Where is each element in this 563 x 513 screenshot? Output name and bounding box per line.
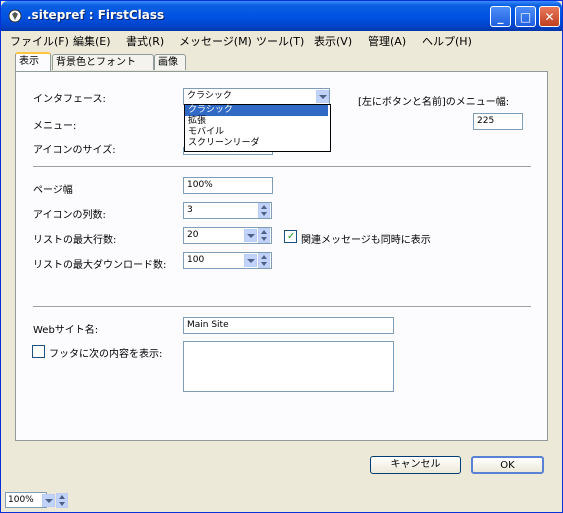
interface-select-value: クラシック bbox=[187, 91, 232, 101]
menu-format[interactable]: 書式(R) bbox=[126, 33, 164, 49]
app-window: .sitepref : FirstClass _ □ ✕ ファイル(F) 編集(… bbox=[0, 0, 563, 513]
tab-background-font[interactable]: 背景色とフォント bbox=[52, 54, 154, 70]
list-max-rows-select[interactable]: 20 bbox=[183, 227, 272, 244]
dropdown-option[interactable]: クラシック bbox=[185, 105, 328, 116]
list-max-rows-label: リストの最大行数: bbox=[33, 235, 117, 246]
firstclass-app-icon bbox=[8, 9, 22, 23]
interface-select[interactable]: クラシック bbox=[183, 88, 330, 105]
close-button[interactable]: ✕ bbox=[539, 6, 560, 27]
left-menu-width-label: [左にボタンと名前]のメニュー幅: bbox=[358, 97, 510, 108]
interface-label: インタフェース: bbox=[33, 94, 106, 105]
footer-label: フッタに次の内容を表示: bbox=[49, 349, 163, 360]
window-title: .sitepref : FirstClass bbox=[27, 8, 165, 22]
menu-edit[interactable]: 編集(E) bbox=[73, 33, 111, 49]
page-width-label: ページ幅 bbox=[33, 185, 73, 196]
icon-columns-value: 3 bbox=[187, 205, 193, 215]
dropdown-option[interactable]: モバイル bbox=[185, 127, 328, 138]
icon-columns-input[interactable]: 3 bbox=[183, 202, 272, 219]
footer-checkbox[interactable] bbox=[32, 345, 45, 358]
chevron-down-icon[interactable] bbox=[244, 254, 257, 267]
menu-view[interactable]: 表示(V) bbox=[314, 33, 352, 49]
zoom-value: 100% bbox=[8, 495, 34, 505]
tab-display[interactable]: 表示 bbox=[15, 52, 51, 71]
cancel-button[interactable]: キャンセル bbox=[370, 456, 461, 474]
menu-help[interactable]: ヘルプ(H) bbox=[422, 33, 472, 49]
spinner-arrows-icon[interactable] bbox=[258, 228, 270, 243]
chevron-down-icon[interactable] bbox=[244, 229, 257, 242]
separator bbox=[33, 166, 531, 167]
menu-label: メニュー: bbox=[33, 121, 77, 132]
list-max-download-select[interactable]: 100 bbox=[183, 252, 272, 269]
page-width-input[interactable]: 100% bbox=[183, 177, 273, 194]
menu-message[interactable]: メッセージ(M) bbox=[179, 33, 252, 49]
list-max-download-label: リストの最大ダウンロード数: bbox=[33, 260, 167, 271]
menu-file[interactable]: ファイル(F) bbox=[10, 33, 69, 49]
spinner-arrows-icon[interactable] bbox=[56, 493, 68, 508]
dropdown-option[interactable]: 拡張 bbox=[185, 116, 328, 127]
chevron-down-icon[interactable] bbox=[42, 494, 55, 507]
site-name-input[interactable]: Main Site bbox=[183, 317, 394, 334]
related-messages-label: 関連メッセージも同時に表示 bbox=[301, 235, 431, 246]
related-messages-checkbox[interactable]: ✓ bbox=[284, 230, 297, 243]
separator bbox=[33, 306, 531, 307]
menu-admin[interactable]: 管理(A) bbox=[368, 33, 406, 49]
chevron-down-icon[interactable] bbox=[316, 90, 329, 103]
zoom-select[interactable]: 100% bbox=[5, 492, 47, 508]
icon-columns-label: アイコンの列数: bbox=[33, 210, 106, 221]
left-menu-width-input[interactable]: 225 bbox=[473, 113, 523, 130]
icon-size-label: アイコンのサイズ: bbox=[33, 145, 116, 156]
site-name-label: Webサイト名: bbox=[33, 325, 99, 336]
checkmark-icon: ✓ bbox=[287, 231, 296, 242]
spinner-arrows-icon[interactable] bbox=[258, 203, 270, 218]
interface-dropdown-list: クラシック 拡張 モバイル スクリーンリーダ bbox=[184, 104, 331, 152]
list-max-rows-value: 20 bbox=[187, 230, 199, 240]
ok-button[interactable]: OK bbox=[471, 456, 544, 474]
menu-tools[interactable]: ツール(T) bbox=[256, 33, 304, 49]
minimize-button[interactable]: _ bbox=[490, 6, 511, 27]
dropdown-option[interactable]: スクリーンリーダ bbox=[185, 138, 328, 149]
maximize-button[interactable]: □ bbox=[515, 6, 536, 27]
menu-bar: ファイル(F) 編集(E) 書式(R) メッセージ(M) ツール(T) 表示(V… bbox=[1, 31, 562, 49]
title-bar[interactable]: .sitepref : FirstClass _ □ ✕ bbox=[1, 1, 562, 31]
footer-textarea[interactable] bbox=[183, 341, 394, 392]
spinner-arrows-icon[interactable] bbox=[258, 253, 270, 268]
tab-images[interactable]: 画像 bbox=[154, 54, 186, 70]
list-max-download-value: 100 bbox=[187, 255, 205, 265]
